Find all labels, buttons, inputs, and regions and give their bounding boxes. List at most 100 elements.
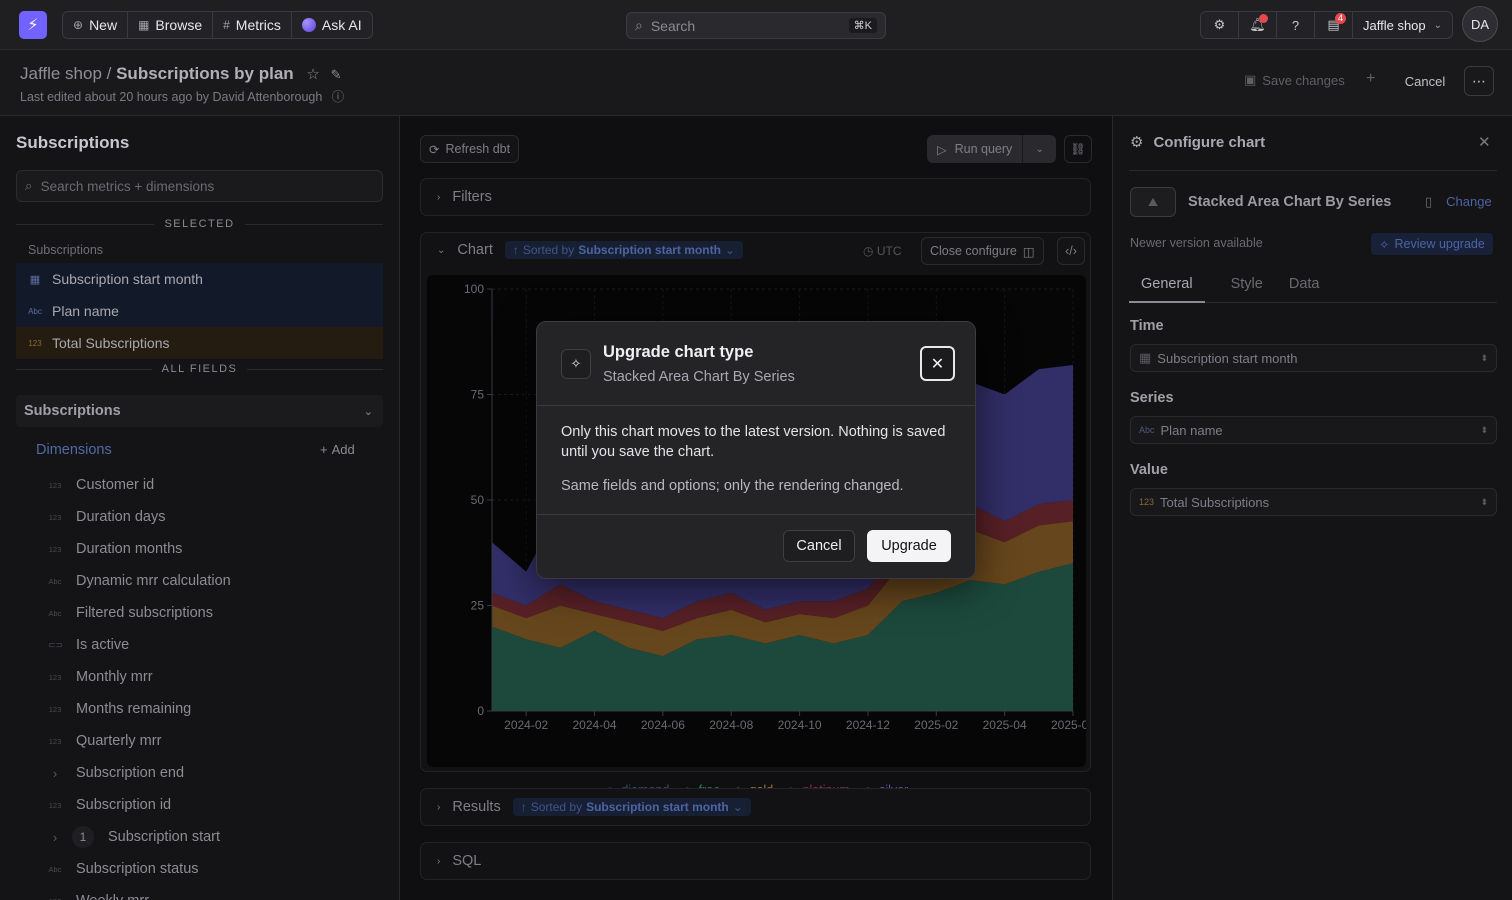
close-icon[interactable]: ✕ bbox=[920, 346, 955, 381]
search-icon: ⌕ bbox=[635, 17, 643, 33]
cancel-edit-button[interactable]: Cancel bbox=[1394, 66, 1456, 96]
time-select[interactable]: ▦ Subscription start month ⬍ bbox=[1130, 344, 1497, 372]
dimension-item[interactable]: 123 Weekly mrr bbox=[48, 885, 149, 900]
y-tick-label: 75 bbox=[471, 388, 485, 402]
chevron-right-icon: › bbox=[437, 801, 441, 813]
configure-chart-panel: ⚙ Configure chart ✕ ⛰ Stacked Area Chart … bbox=[1112, 116, 1512, 900]
sql-header[interactable]: › SQL bbox=[437, 853, 481, 869]
modal-title: Upgrade chart type bbox=[603, 343, 754, 361]
dimension-item[interactable]: Abc Subscription status bbox=[48, 853, 199, 885]
hash-icon: # bbox=[223, 18, 230, 32]
dimension-item[interactable]: 123 Duration months bbox=[48, 533, 183, 565]
star-icon[interactable]: ☆ bbox=[306, 66, 319, 83]
chart-type-name: Stacked Area Chart By Series bbox=[1188, 194, 1392, 210]
dimension-label: Customer id bbox=[76, 477, 155, 493]
run-query-main[interactable]: ▷ Run query bbox=[927, 135, 1024, 163]
info-icon[interactable]: ⓘ bbox=[332, 90, 345, 104]
field-search-input[interactable]: ⌕ Search metrics + dimensions bbox=[16, 170, 383, 202]
dimension-item[interactable]: › 1 Subscription start bbox=[48, 821, 220, 853]
results-header[interactable]: › Results ↑ Sorted by Subscription start… bbox=[437, 798, 751, 816]
chart-header[interactable]: ⌄ Chart ↑ Sorted by Subscription start m… bbox=[437, 241, 743, 259]
tab-general[interactable]: General bbox=[1129, 276, 1205, 303]
value-select[interactable]: 123 Total Subscriptions ⬍ bbox=[1130, 488, 1497, 516]
chevron-down-icon: ⌄ bbox=[437, 244, 446, 256]
dimension-item[interactable]: ⊂⊃ Is active bbox=[48, 629, 129, 661]
add-icon[interactable]: + bbox=[1366, 70, 1375, 88]
updates-button[interactable]: ▤ 4 bbox=[1315, 12, 1353, 38]
results-panel[interactable]: › Results ↑ Sorted by Subscription start… bbox=[420, 788, 1091, 826]
dimension-label: Duration months bbox=[76, 541, 183, 557]
updates-badge: 4 bbox=[1334, 13, 1346, 24]
tab-style[interactable]: Style bbox=[1231, 276, 1263, 302]
results-sort-pill[interactable]: ↑ Sorted by Subscription start month ⌄ bbox=[512, 798, 751, 816]
dimension-item[interactable]: Abc Filtered subscriptions bbox=[48, 597, 213, 629]
breadcrumb-project[interactable]: Jaffle shop bbox=[20, 64, 102, 83]
code-icon[interactable]: ‹/› bbox=[1057, 237, 1085, 265]
dimension-item[interactable]: Abc Dynamic mrr calculation bbox=[48, 565, 231, 597]
dimension-item[interactable]: 123 Subscription id bbox=[48, 789, 171, 821]
selected-field-total[interactable]: 123 Total Subscriptions bbox=[16, 327, 383, 359]
number-type-icon: 123 bbox=[48, 672, 62, 682]
dimension-item[interactable]: 123 Monthly mrr bbox=[48, 661, 153, 693]
close-icon[interactable]: ✕ bbox=[1478, 133, 1491, 151]
dimension-label: Subscription end bbox=[76, 765, 185, 781]
sparkle-icon: ✧ bbox=[1379, 237, 1390, 252]
upgrade-button[interactable]: Upgrade bbox=[867, 530, 951, 562]
selected-field-time[interactable]: ▦ Subscription start month bbox=[16, 263, 383, 295]
string-type-icon: Abc bbox=[1139, 425, 1155, 435]
breadcrumb: Jaffle shop / Subscriptions by plan ☆ ✎ bbox=[20, 64, 342, 83]
share-link-icon[interactable]: ⛓ bbox=[1064, 135, 1092, 163]
selected-group-label: Subscriptions bbox=[28, 243, 104, 257]
save-icon: ▣ bbox=[1244, 72, 1257, 87]
table-group-subscriptions[interactable]: Subscriptions ⌄ bbox=[16, 395, 383, 427]
filters-header[interactable]: › Filters bbox=[437, 189, 492, 205]
dimension-item[interactable]: 123 Months remaining bbox=[48, 693, 192, 725]
change-button[interactable]: Change bbox=[1446, 194, 1492, 210]
browse-button[interactable]: ▦ Browse bbox=[128, 12, 214, 38]
number-type-icon: 123 bbox=[48, 512, 62, 522]
dimension-label: Months remaining bbox=[76, 701, 192, 717]
nav-right-group: ⚙ 🔔︎ ? ▤ 4 Jaffle shop ⌄ bbox=[1200, 11, 1454, 39]
configure-title: ⚙ Configure chart bbox=[1130, 133, 1266, 152]
selected-divider: SELECTED bbox=[16, 218, 383, 230]
sql-panel[interactable]: › SQL bbox=[420, 842, 1091, 880]
selected-field-plan[interactable]: Abc Plan name bbox=[16, 295, 383, 327]
number-type-icon: 123 bbox=[48, 800, 62, 810]
app-logo-icon[interactable]: ⚡ bbox=[19, 11, 47, 39]
cancel-button[interactable]: Cancel bbox=[783, 530, 855, 562]
notifications-button[interactable]: 🔔︎ bbox=[1239, 12, 1277, 38]
run-query-button[interactable]: ▷ Run query ⌄ bbox=[927, 135, 1056, 163]
change-chart-type[interactable]: ▯ Change bbox=[1425, 194, 1492, 210]
dimension-item[interactable]: 123 Quarterly mrr bbox=[48, 725, 162, 757]
review-upgrade-button[interactable]: ✧ Review upgrade bbox=[1371, 233, 1493, 255]
metrics-button[interactable]: # Metrics bbox=[213, 12, 292, 38]
pencil-icon[interactable]: ✎ bbox=[331, 67, 342, 82]
updown-icon: ⬍ bbox=[1480, 352, 1488, 363]
refresh-dbt-button[interactable]: ⟳ Refresh dbt bbox=[420, 135, 520, 163]
refresh-icon: ⟳ bbox=[429, 142, 440, 157]
updown-icon: ⬍ bbox=[1480, 424, 1488, 435]
series-select[interactable]: Abc Plan name ⬍ bbox=[1130, 416, 1497, 444]
more-options-icon[interactable]: ⋯ bbox=[1464, 66, 1494, 96]
help-button[interactable]: ? bbox=[1277, 12, 1315, 38]
sort-pill[interactable]: ↑ Sorted by Subscription start month ⌄ bbox=[504, 241, 743, 259]
user-avatar[interactable]: DA bbox=[1462, 6, 1498, 42]
ask-ai-button[interactable]: Ask AI bbox=[292, 12, 372, 38]
filters-panel[interactable]: › Filters bbox=[420, 178, 1091, 216]
calendar-icon: ▦ bbox=[29, 273, 41, 286]
x-tick-label: 2024-08 bbox=[709, 718, 753, 732]
dimension-item[interactable]: 123 Customer id bbox=[48, 469, 154, 501]
dimension-item[interactable]: › Subscription end bbox=[48, 757, 184, 789]
project-switcher[interactable]: Jaffle shop ⌄ bbox=[1353, 12, 1452, 38]
save-changes-button[interactable]: ▣ Save changes bbox=[1244, 72, 1345, 88]
settings-button[interactable]: ⚙ bbox=[1201, 12, 1239, 38]
dimension-item[interactable]: 123 Duration days bbox=[48, 501, 166, 533]
gear-icon: ⚙ bbox=[1130, 134, 1144, 151]
global-search[interactable]: ⌕ Search ⌘K bbox=[626, 12, 886, 39]
add-dimension-button[interactable]: + Add bbox=[320, 442, 355, 457]
chevron-down-icon[interactable]: ⌄ bbox=[1023, 144, 1056, 155]
y-tick-label: 25 bbox=[471, 599, 485, 613]
new-button[interactable]: ⊕ New bbox=[63, 12, 129, 38]
tab-data[interactable]: Data bbox=[1289, 276, 1320, 302]
close-configure-button[interactable]: Close configure ◫ bbox=[921, 237, 1044, 265]
